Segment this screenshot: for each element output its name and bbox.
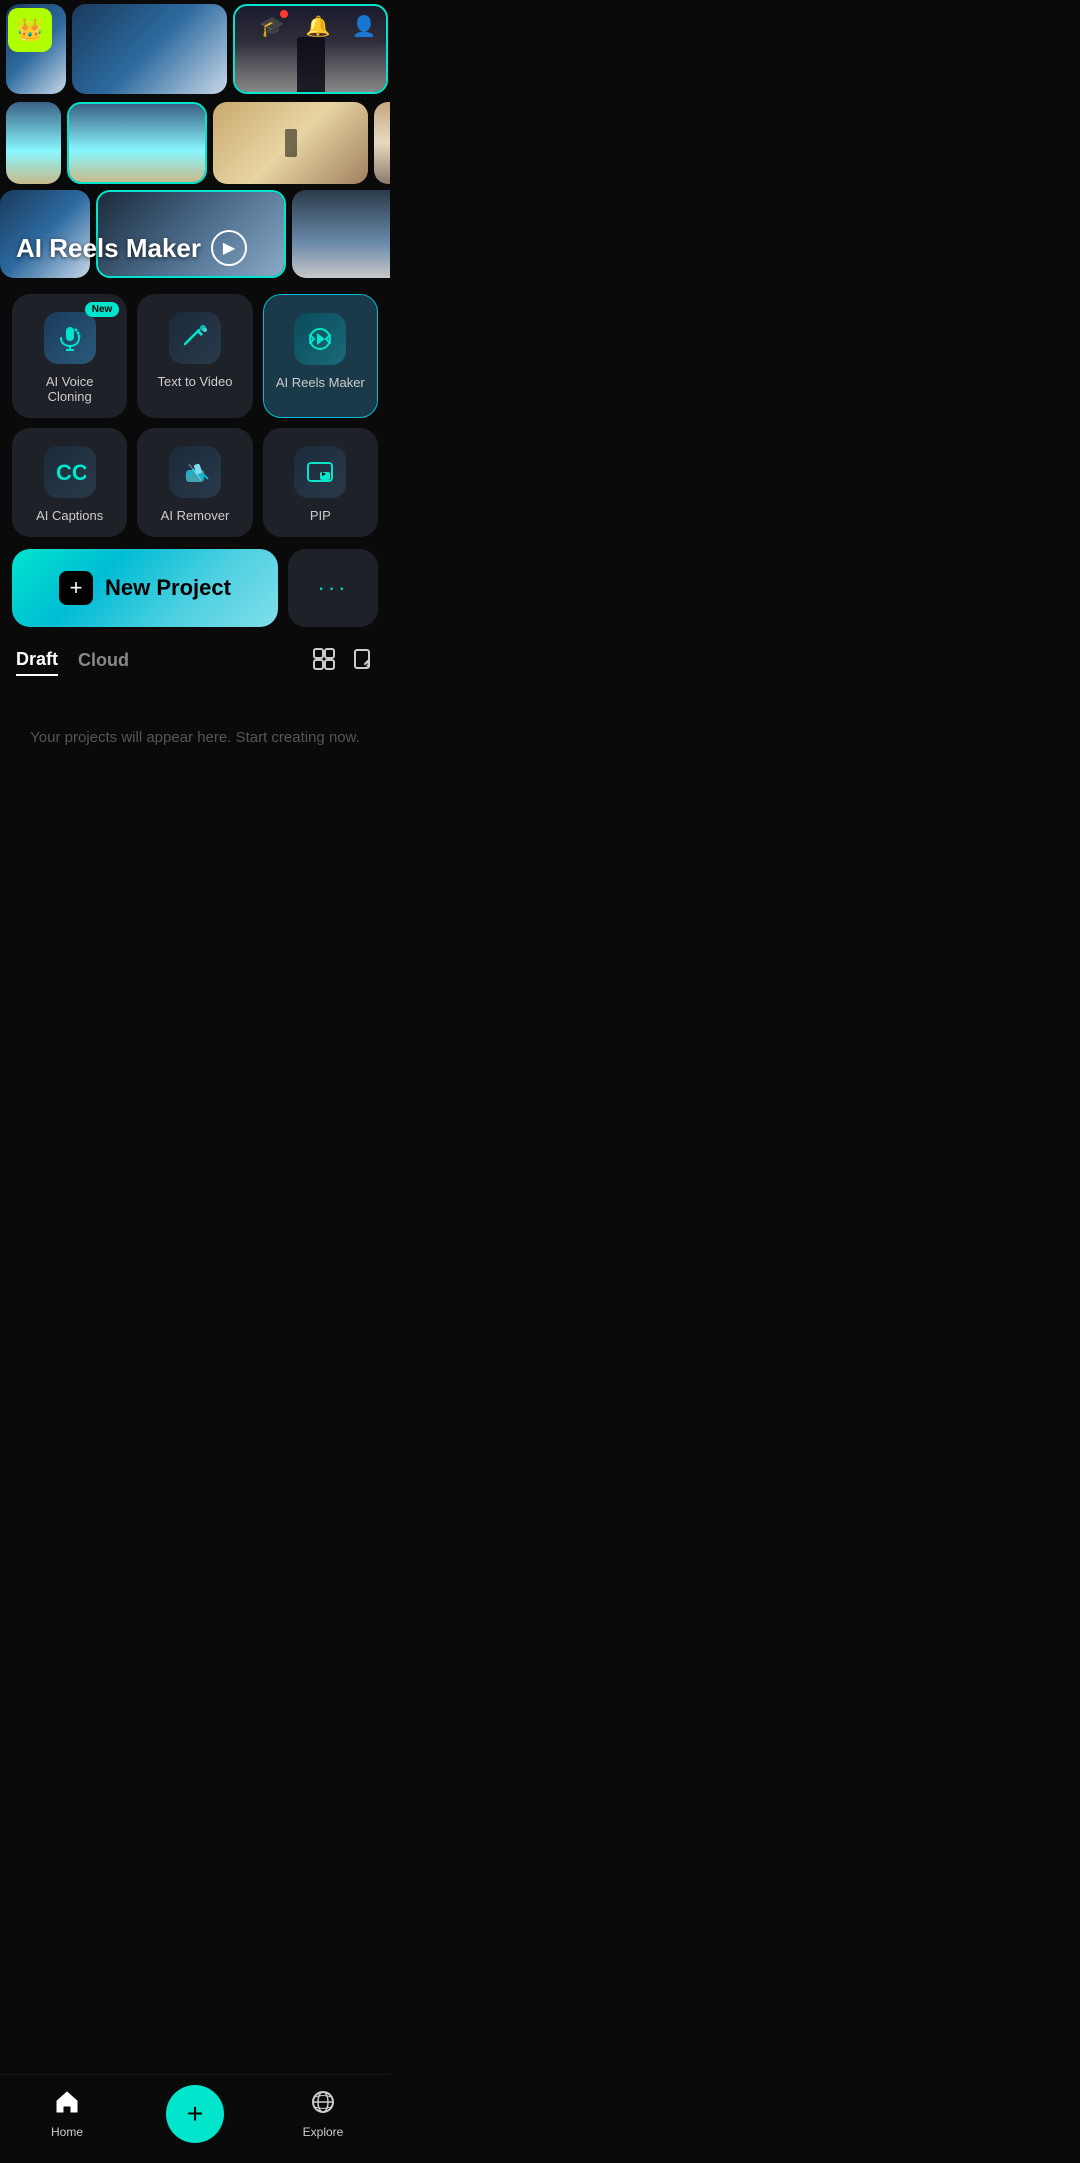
thumb-2-3[interactable] [213, 102, 368, 184]
graduation-icon-btn[interactable]: 🎓 [254, 8, 290, 44]
nav-item-explore[interactable]: Explore [288, 2089, 358, 2139]
row3-container: AI Reels Maker ▶ [0, 190, 390, 278]
thumb-2-2[interactable] [67, 102, 207, 184]
thumbnail-row-2 [0, 98, 390, 188]
tab-draft[interactable]: Draft [16, 649, 58, 676]
more-options-button[interactable]: ··· [288, 549, 378, 627]
play-circle-btn[interactable]: ▶ [211, 230, 247, 266]
tools-section: New AI Voice Cloning [0, 278, 390, 549]
thumb-2-4[interactable] [374, 102, 390, 184]
tabs-left: Draft Cloud [16, 649, 129, 676]
tabs-right [312, 647, 374, 677]
reels-maker-label: AI Reels Maker [276, 375, 365, 390]
remover-label: AI Remover [161, 508, 230, 523]
notification-badge [280, 10, 288, 18]
new-project-button[interactable]: + New Project [12, 549, 278, 627]
reels-title: AI Reels Maker [16, 233, 201, 264]
reels-title-overlay: AI Reels Maker ▶ [16, 230, 247, 266]
play-icon: ▶ [223, 238, 235, 258]
profile-icon: 👤 [352, 14, 377, 39]
tool-card-remover[interactable]: AI Remover [137, 428, 252, 537]
profile-icon-btn[interactable]: 👤 [346, 8, 382, 44]
nav-item-home[interactable]: Home [32, 2089, 102, 2139]
explore-icon [310, 2089, 336, 2121]
home-icon [54, 2089, 80, 2121]
bottom-nav: Home + Explore [0, 2074, 390, 2163]
home-label: Home [51, 2125, 83, 2139]
svg-text:CC: CC [56, 460, 86, 485]
captions-icon: CC [44, 446, 96, 498]
voice-icon [44, 312, 96, 364]
empty-state: Your projects will appear here. Start cr… [0, 689, 390, 786]
more-dots-icon: ··· [318, 575, 349, 601]
bell-icon: 🔔 [306, 14, 331, 39]
text-to-video-icon [169, 312, 221, 364]
remover-icon [169, 446, 221, 498]
create-plus-icon: + [187, 2098, 203, 2130]
crown-logo[interactable]: 👑 [8, 8, 52, 52]
grid-view-icon[interactable] [312, 647, 336, 677]
voice-cloning-label: AI Voice Cloning [22, 374, 117, 404]
new-project-label: New Project [105, 575, 231, 601]
tool-card-text-to-video[interactable]: Text to Video [137, 294, 252, 418]
tool-card-voice-cloning[interactable]: New AI Voice Cloning [12, 294, 127, 418]
tabs-row: Draft Cloud [0, 643, 390, 689]
empty-state-text: Your projects will appear here. Start cr… [30, 729, 360, 746]
edit-select-icon[interactable] [350, 647, 374, 677]
create-center-button[interactable]: + [166, 2085, 224, 2143]
action-row: + New Project ··· [0, 549, 390, 643]
new-badge-voice: New [85, 302, 120, 317]
pip-label: PIP [310, 508, 331, 523]
plus-box-icon: + [59, 571, 93, 605]
tab-cloud[interactable]: Cloud [78, 650, 129, 675]
pip-icon [294, 446, 346, 498]
tool-card-reels-maker[interactable]: AI Reels Maker [263, 294, 378, 418]
header-icons: 🎓 🔔 👤 [254, 8, 382, 44]
thumb-2-1[interactable] [6, 102, 61, 184]
tools-grid: New AI Voice Cloning [12, 294, 378, 537]
explore-label: Explore [303, 2125, 344, 2139]
thumb-3-3[interactable] [292, 190, 390, 278]
crown-icon: 👑 [16, 17, 43, 43]
thumb-1-2[interactable] [72, 4, 227, 94]
bell-icon-btn[interactable]: 🔔 [300, 8, 336, 44]
captions-label: AI Captions [36, 508, 103, 523]
reels-maker-icon [294, 313, 346, 365]
tool-card-captions[interactable]: CC AI Captions [12, 428, 127, 537]
text-to-video-label: Text to Video [158, 374, 233, 389]
tool-card-pip[interactable]: PIP [263, 428, 378, 537]
